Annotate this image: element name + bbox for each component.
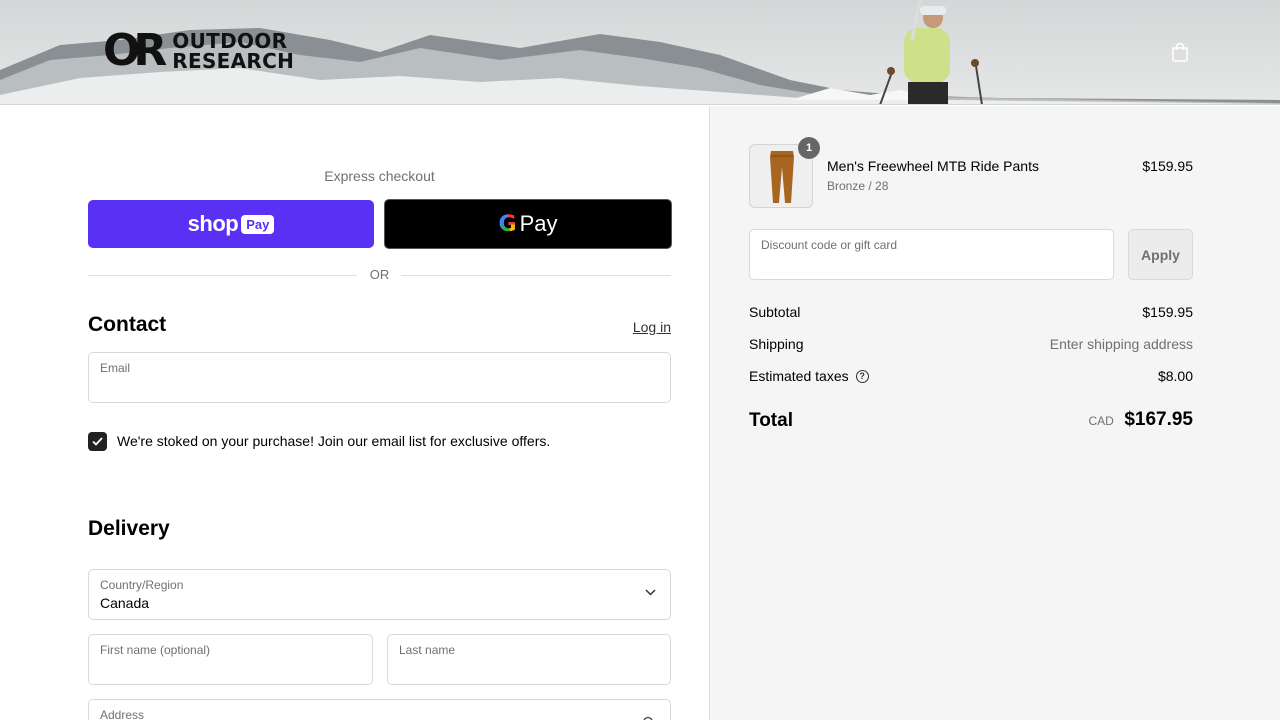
first-name-label: First name (optional)	[100, 643, 211, 657]
pants-shape	[770, 151, 794, 203]
country-label: Country/Region	[100, 578, 184, 592]
search-icon	[643, 716, 653, 720]
question-circle-icon[interactable]: ?	[855, 369, 869, 383]
header-banner: OR OUTDOOR RESEARCH	[0, 0, 1280, 105]
logo-line-2: RESEARCH	[172, 49, 295, 73]
first-name-field[interactable]: First name (optional)	[88, 634, 373, 685]
last-name-field[interactable]: Last name	[387, 634, 671, 685]
total-label: Total	[749, 410, 793, 431]
taxes-label-group: Estimated taxes ?	[749, 368, 869, 384]
total-value: $167.95	[1124, 409, 1193, 430]
product-name: Men's Freewheel MTB Ride Pants	[827, 158, 1039, 174]
country-select[interactable]: Country/Region Canada	[88, 569, 671, 620]
last-name-label: Last name	[399, 643, 456, 657]
or-label: OR	[369, 267, 390, 282]
shop-pay-badge: Pay	[241, 214, 275, 234]
taxes-value: $8.00	[1157, 368, 1193, 384]
product-variant: Bronze / 28	[827, 179, 889, 193]
log-in-link[interactable]: Log in	[620, 319, 671, 335]
country-value: Canada	[100, 595, 150, 611]
chevron-down-icon	[645, 589, 656, 596]
logo-line-1: OUTDOOR	[172, 29, 288, 53]
email-label: Email	[100, 361, 131, 375]
express-checkout-title: Express checkout	[324, 168, 435, 184]
discount-code-field[interactable]: Discount code or gift card	[749, 229, 1114, 280]
logo-wordmark: OUTDOOR RESEARCH	[172, 31, 294, 71]
or-divider: OR	[88, 266, 671, 284]
newsletter-checkbox[interactable]	[88, 432, 107, 451]
total-amount: CAD $167.95	[1010, 409, 1193, 431]
quantity-badge: 1	[798, 137, 820, 159]
brand-logo[interactable]: OR OUTDOOR RESEARCH	[103, 25, 294, 76]
google-pay-wordmark: Pay	[519, 211, 558, 236]
delivery-heading: Delivery	[88, 517, 170, 540]
address-field[interactable]: Address	[88, 699, 671, 720]
address-label: Address	[100, 708, 145, 720]
cart-button[interactable]	[1166, 38, 1194, 66]
order-summary-column: 1 Men's Freewheel MTB Ride Pants Bronze …	[709, 106, 1280, 720]
taxes-label: Estimated taxes	[749, 368, 849, 384]
discount-code-label: Discount code or gift card	[761, 238, 898, 252]
contact-heading: Contact	[88, 313, 167, 336]
email-field[interactable]: Email	[88, 352, 671, 403]
logo-mark: OR	[103, 25, 167, 76]
subtotal-value: $159.95	[1142, 304, 1193, 320]
checkout-form-column: Express checkout shop Pay G Pay OR Conta…	[0, 106, 709, 720]
google-pay-button[interactable]: G Pay	[384, 199, 672, 249]
newsletter-label: We're stoked on your purchase! Join our …	[117, 433, 551, 449]
subtotal-label: Subtotal	[749, 304, 801, 320]
product-price: $159.95	[1142, 158, 1193, 174]
apply-discount-button[interactable]: Apply	[1128, 229, 1193, 280]
total-currency: CAD	[1088, 414, 1114, 428]
google-g-icon: G	[498, 211, 517, 237]
shipping-value: Enter shipping address	[1049, 336, 1193, 352]
checkmark-icon	[92, 437, 103, 446]
shipping-label: Shipping	[749, 336, 804, 352]
shopping-bag-icon	[1172, 42, 1188, 62]
shop-pay-button[interactable]: shop Pay	[88, 200, 374, 248]
shop-pay-wordmark: shop	[187, 211, 239, 236]
